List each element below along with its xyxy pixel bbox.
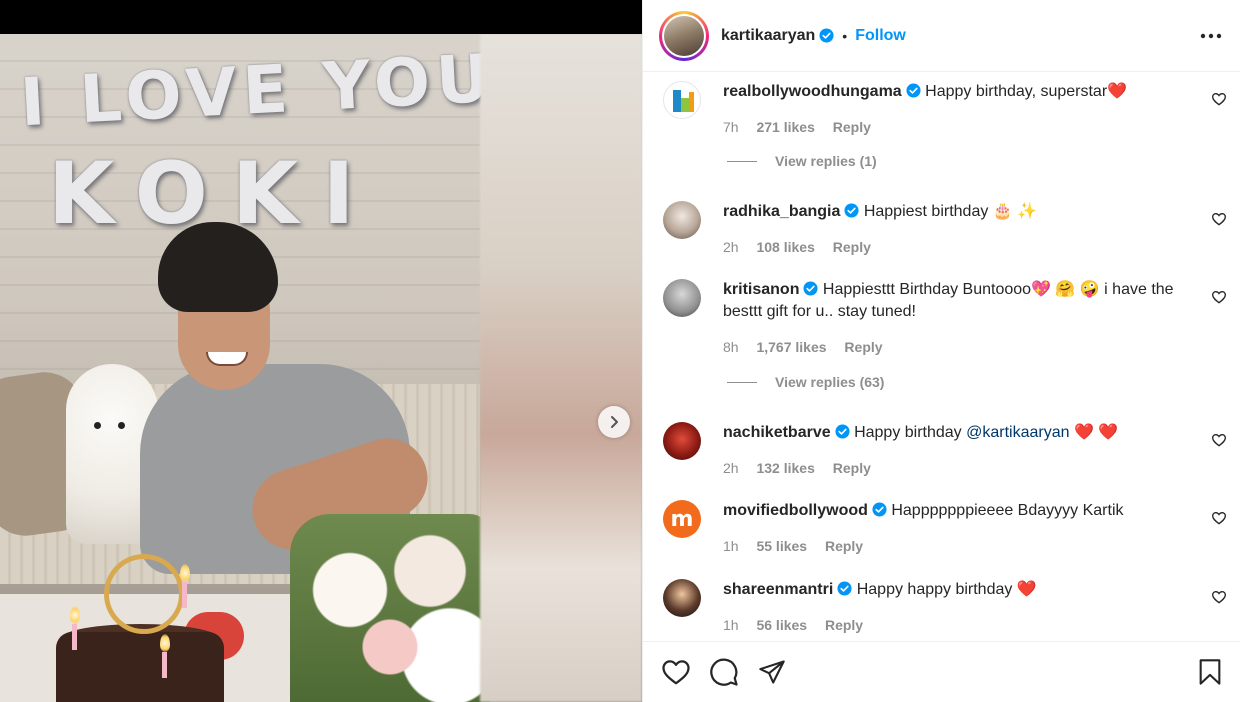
author-avatar[interactable] xyxy=(659,10,709,61)
bookmark-icon xyxy=(1199,659,1221,685)
reply-button[interactable]: Reply xyxy=(833,119,871,135)
comment-likes[interactable]: 56 likes xyxy=(756,617,807,633)
comment-username[interactable]: realbollywoodhungama xyxy=(723,83,902,100)
next-photo-button[interactable] xyxy=(598,406,630,438)
comment-emoji: ❤️ xyxy=(1016,581,1037,598)
verified-badge-icon xyxy=(803,281,818,296)
candle-flame xyxy=(180,564,190,582)
candle xyxy=(182,582,187,608)
reply-button[interactable]: Reply xyxy=(833,239,871,255)
comment-avatar[interactable] xyxy=(663,81,701,119)
comment-time[interactable]: 7h xyxy=(723,119,739,135)
comments-list[interactable]: realbollywoodhungama Happy birthday, sup… xyxy=(643,73,1240,641)
save-button[interactable] xyxy=(1195,657,1225,687)
comment-emoji: 🎂 ✨ xyxy=(992,203,1038,220)
view-replies-line xyxy=(727,160,757,162)
separator-dot: • xyxy=(842,27,848,44)
more-options-icon xyxy=(1200,33,1222,39)
comment-likes[interactable]: 108 likes xyxy=(756,239,814,255)
comment-avatar[interactable] xyxy=(663,201,701,239)
comment-avatar[interactable] xyxy=(663,579,701,617)
candle-flame xyxy=(160,634,170,652)
follow-button[interactable]: Follow xyxy=(855,27,906,45)
view-replies-line xyxy=(727,381,757,383)
comment-time[interactable]: 1h xyxy=(723,617,739,633)
verified-badge-icon xyxy=(906,83,921,98)
candle xyxy=(72,624,77,650)
comment-text: Happiesttt Birthday Buntoooo xyxy=(822,281,1032,298)
next-photo-preview xyxy=(480,34,642,702)
reply-button[interactable]: Reply xyxy=(844,339,882,355)
comment-likes[interactable]: 1,767 likes xyxy=(756,339,826,355)
comment-username[interactable]: nachiketbarve xyxy=(723,424,831,441)
comment-likes[interactable]: 132 likes xyxy=(756,460,814,476)
comment-username[interactable]: kritisanon xyxy=(723,281,799,298)
verified-badge-icon xyxy=(819,28,834,43)
post-header: kartikaaryan • Follow xyxy=(643,0,1240,72)
share-icon xyxy=(759,660,785,684)
view-replies-label: View replies (63) xyxy=(775,374,885,390)
view-replies-label: View replies (1) xyxy=(775,153,877,169)
post-side-panel: kartikaaryan • Follow realbollywoodhunga… xyxy=(642,0,1240,702)
like-comment-heart-icon[interactable] xyxy=(1211,510,1227,526)
verified-badge-icon xyxy=(837,581,852,596)
comment-emoji: ❤️ ❤️ xyxy=(1073,424,1119,441)
flower-bouquet xyxy=(290,514,490,702)
view-replies-button[interactable]: View replies (63) xyxy=(727,374,884,390)
candle xyxy=(162,652,167,678)
like-comment-heart-icon[interactable] xyxy=(1211,432,1227,448)
comment-text: Happy birthday, superstar xyxy=(925,83,1108,100)
comment-button[interactable] xyxy=(709,657,739,687)
comment-username[interactable]: shareenmantri xyxy=(723,581,833,598)
comment-likes[interactable]: 55 likes xyxy=(756,538,807,554)
comment-time[interactable]: 2h xyxy=(723,239,739,255)
comment-emoji: 💖 🤗 🤪 xyxy=(1031,281,1100,298)
reply-button[interactable]: Reply xyxy=(833,460,871,476)
verified-badge-icon xyxy=(844,203,859,218)
comment-username[interactable]: radhika_bangia xyxy=(723,203,840,220)
comment-text: Happy birthday xyxy=(854,424,962,441)
verified-badge-icon xyxy=(835,424,850,439)
cake-topper xyxy=(104,554,184,634)
comment-avatar[interactable] xyxy=(663,422,701,460)
like-comment-heart-icon[interactable] xyxy=(1211,91,1227,107)
comment-time[interactable]: 1h xyxy=(723,538,739,554)
candle-flame xyxy=(70,606,80,624)
post-media: I LOVE YOU KOKI xyxy=(0,0,642,702)
author-username[interactable]: kartikaaryan xyxy=(721,27,815,45)
reply-button[interactable]: Reply xyxy=(825,617,863,633)
like-comment-heart-icon[interactable] xyxy=(1211,589,1227,605)
like-comment-heart-icon[interactable] xyxy=(1211,289,1227,305)
view-replies-button[interactable]: View replies (1) xyxy=(727,153,877,169)
comment-username[interactable]: movifiedbollywood xyxy=(723,502,868,519)
comment-avatar[interactable] xyxy=(663,279,701,317)
more-options-button[interactable] xyxy=(1199,24,1223,48)
comment-time[interactable]: 8h xyxy=(723,339,739,355)
chevron-right-icon xyxy=(611,416,618,428)
chocolate-cake xyxy=(56,632,224,702)
comment-text: Happy happy birthday xyxy=(856,581,1013,598)
comment-avatar[interactable]: m xyxy=(663,500,701,538)
like-button[interactable] xyxy=(661,657,691,687)
heart-icon xyxy=(662,660,690,685)
comment-icon xyxy=(710,658,738,686)
comment-emoji: ❤️ xyxy=(1107,83,1128,100)
comment-time[interactable]: 2h xyxy=(723,460,739,476)
share-button[interactable] xyxy=(757,657,787,687)
reply-button[interactable]: Reply xyxy=(825,538,863,554)
comment-mention-link[interactable]: @kartikaaryan xyxy=(966,424,1069,441)
verified-badge-icon xyxy=(872,502,887,517)
like-comment-heart-icon[interactable] xyxy=(1211,211,1227,227)
post-photo: I LOVE YOU KOKI xyxy=(0,34,642,702)
comment-likes[interactable]: 271 likes xyxy=(756,119,814,135)
comment-text: Happiest birthday xyxy=(863,203,989,220)
post-action-bar xyxy=(643,641,1240,702)
comment-text: Happpppppieeee Bdayyyy Kartik xyxy=(891,502,1124,519)
